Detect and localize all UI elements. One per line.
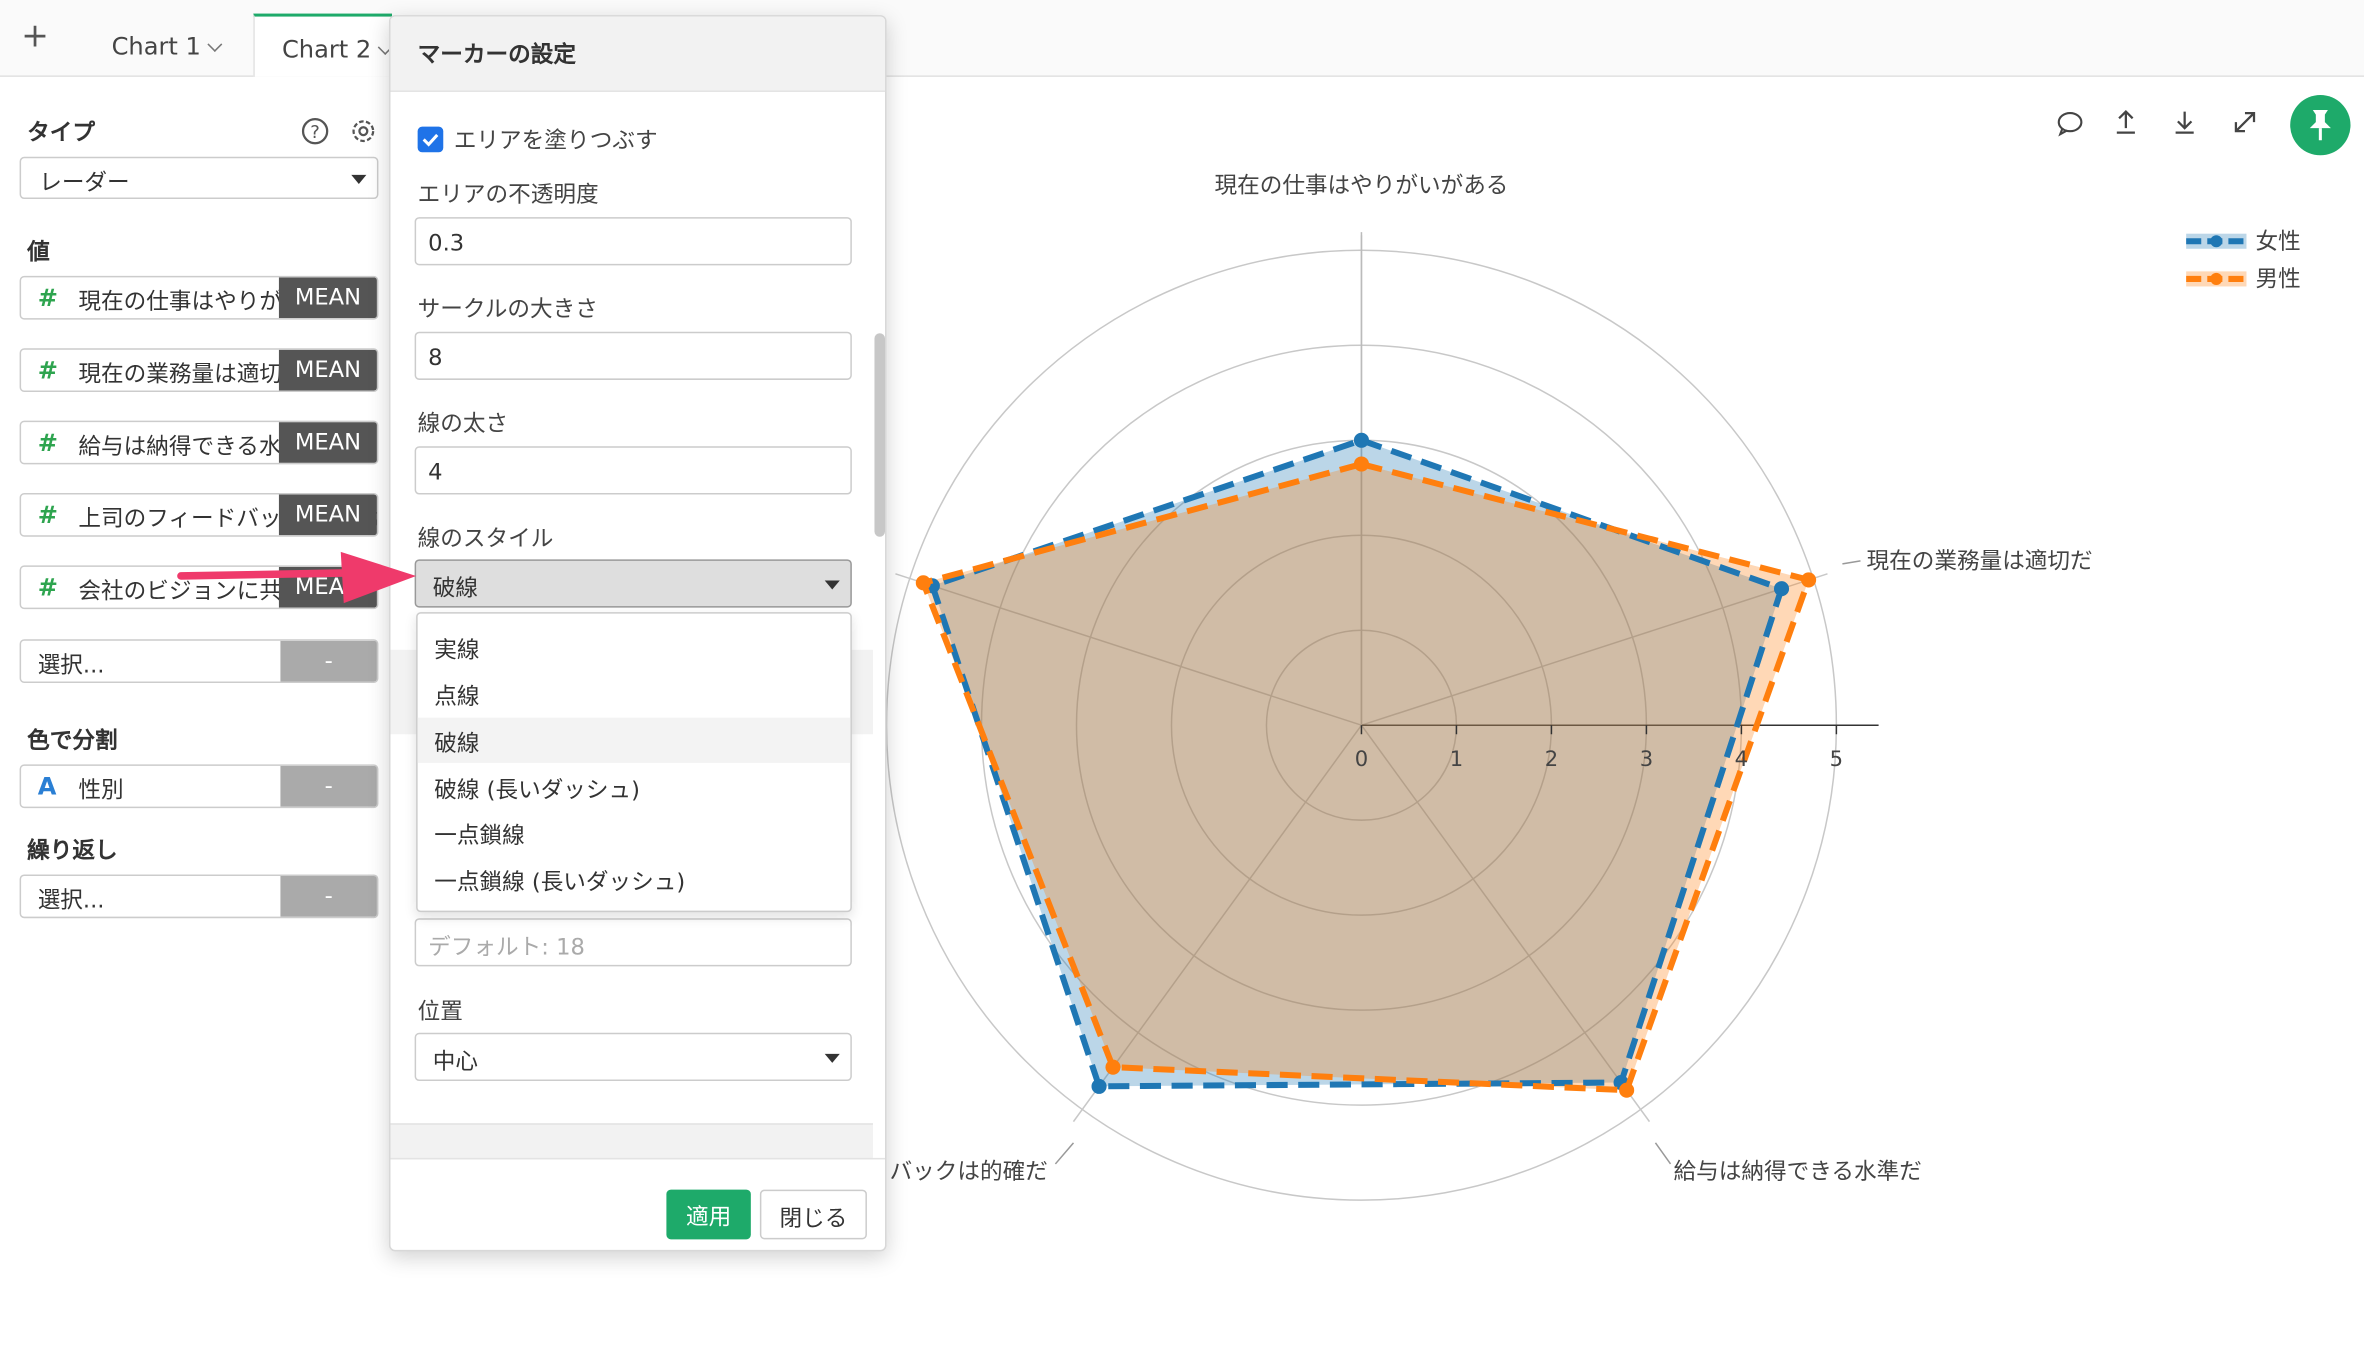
axis-label: バックは的確だ xyxy=(890,1159,1048,1185)
radial-tick-label: 5 xyxy=(1830,746,1843,771)
caret-down-icon xyxy=(824,580,840,590)
legend-label[interactable]: 女性 xyxy=(2256,229,2301,255)
close-button[interactable]: 閉じる xyxy=(759,1189,867,1240)
line-style-select[interactable]: 破線 xyxy=(414,559,852,608)
opacity-label: エリアの不透明度 xyxy=(417,180,599,209)
series-point-0[interactable] xyxy=(1773,581,1790,597)
series-point-1[interactable] xyxy=(1105,1059,1121,1075)
legend-marker xyxy=(2210,235,2223,248)
radial-tick-label: 4 xyxy=(1735,746,1748,771)
radial-tick-label: 0 xyxy=(1355,746,1368,771)
position-select[interactable]: 中心 xyxy=(414,1032,852,1082)
dialog-footer-divider xyxy=(390,1157,886,1160)
series-point-1[interactable] xyxy=(915,575,931,591)
series-point-1[interactable] xyxy=(1801,572,1817,588)
line-style-value: 破線 xyxy=(432,574,478,602)
line-width-input[interactable]: 4 xyxy=(414,446,852,495)
dialog-title: マーカーの設定 xyxy=(390,16,886,92)
line-style-option-long-dash-dot[interactable]: 一点鎖線 (長いダッシュ) xyxy=(418,856,851,901)
line-style-label: 線のスタイル xyxy=(417,524,554,552)
line-style-option-solid[interactable]: 実線 xyxy=(418,624,851,669)
line-style-option-dashed[interactable]: 破線 xyxy=(417,717,851,763)
dialog-scrollbar-thumb[interactable] xyxy=(874,333,886,537)
opacity-input[interactable]: 0.3 xyxy=(414,217,852,266)
line-width-label: 線の太さ xyxy=(417,410,509,438)
position-value: 中心 xyxy=(432,1047,478,1075)
axis-label-leader xyxy=(1842,560,1861,565)
line-style-option-long-dash[interactable]: 破線 (長いダッシュ) xyxy=(418,764,851,809)
legend-marker xyxy=(2210,272,2223,285)
radial-tick-label: 2 xyxy=(1545,746,1558,771)
dialog-section-divider xyxy=(390,1123,873,1160)
check-icon xyxy=(422,133,439,147)
radar-chart: 0 1 2 3 4 5 現在の仕事はやりがいがある現在の業務量は適切だ給与は納得できる水準だ… xyxy=(885,173,2301,1201)
fill-area-label: エリアを塗りつぶす xyxy=(453,126,658,154)
line-style-option-dotted[interactable]: 点線 xyxy=(418,671,851,716)
legend-label[interactable]: 男性 xyxy=(2256,266,2301,292)
annotation-arrow-icon xyxy=(177,551,417,604)
chart-legend: 女性男性 xyxy=(2186,229,2301,292)
axis-label-leader xyxy=(1654,1142,1672,1165)
font-size-input[interactable]: デフォルト: 18 xyxy=(414,918,852,967)
axis-label: 給与は納得できる水準だ xyxy=(1674,1159,1922,1185)
position-label: 位置 xyxy=(417,998,463,1026)
radial-tick-label: 3 xyxy=(1640,746,1653,771)
dialog-scrollbar[interactable] xyxy=(873,95,885,1150)
series-point-0[interactable] xyxy=(1353,432,1369,448)
circle-size-input[interactable]: 8 xyxy=(414,331,852,380)
axis-label: 現在の仕事はやりがいがある xyxy=(1214,173,1508,199)
series-point-1[interactable] xyxy=(1619,1082,1635,1098)
radial-tick-label: 1 xyxy=(1450,746,1463,771)
line-style-option-dash-dot[interactable]: 一点鎖線 xyxy=(418,810,851,855)
series-area-1 xyxy=(923,464,1809,1091)
axis-label: 現在の業務量は適切だ xyxy=(1867,548,2093,574)
axis-label-leader xyxy=(1054,1142,1075,1165)
apply-button[interactable]: 適用 xyxy=(666,1189,751,1240)
series-point-1[interactable] xyxy=(1353,456,1369,472)
series-point-0[interactable] xyxy=(1091,1078,1107,1094)
circle-size-label: サークルの大きさ xyxy=(417,295,598,323)
caret-down-icon xyxy=(824,1053,840,1063)
line-style-dropdown: 実線 点線 破線 破線 (長いダッシュ) 一点鎖線 一点鎖線 (長いダッシュ) xyxy=(416,612,852,913)
fill-area-checkbox[interactable] xyxy=(417,126,444,153)
